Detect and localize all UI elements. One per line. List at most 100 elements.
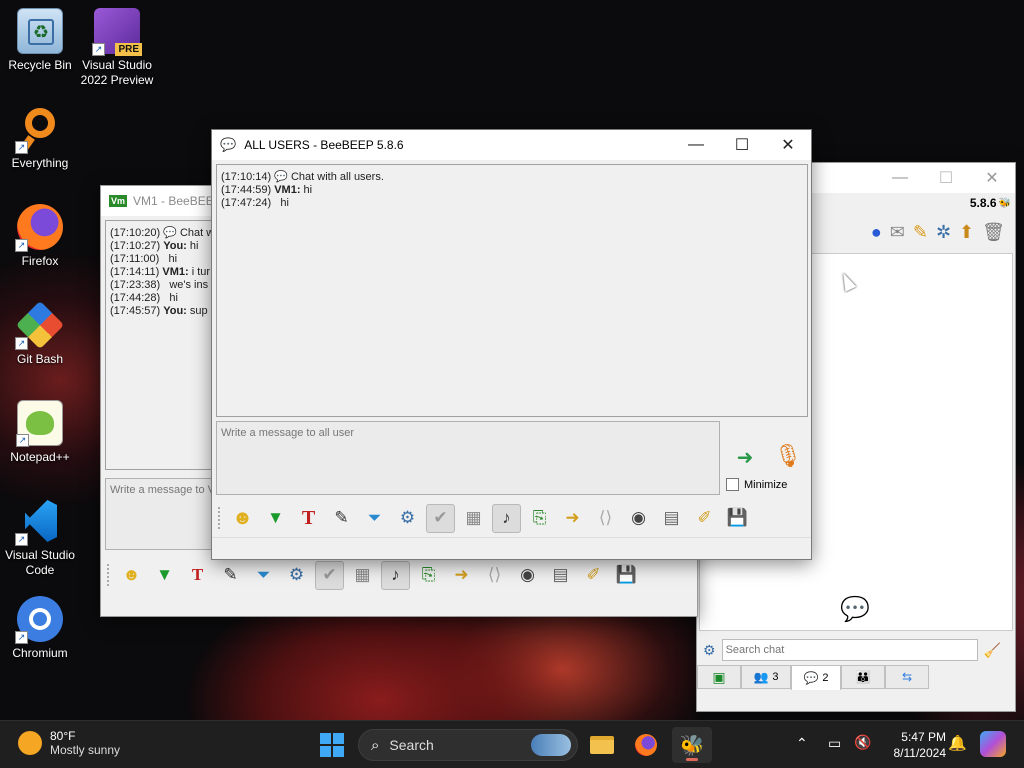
font-icon[interactable]: T [183,561,212,590]
clear-icon[interactable]: ▤ [546,561,575,590]
font-color-icon[interactable]: ✎ [216,561,245,590]
font-color-icon[interactable]: ✎ [327,504,356,533]
tab-chats-count: 2 [822,672,829,684]
notepad-plus-plus-icon: ↗ [16,400,63,447]
settings-gear-icon[interactable]: ⚙ [282,561,311,590]
send-file-icon[interactable]: ➜ [558,504,587,533]
desktop-icon-visual-studio-preview[interactable]: PRE ↗ Visual Studio 2022 Preview [77,8,157,88]
tab-chats[interactable]: 💬 2 [791,665,841,690]
chat-toolbar: ☻ ▼ T ✎ ⏷ ⚙ ✔ ▦ ♪ ⎘ ➜ ⟨⟩ ◉ ▤ ✐ 💾 [212,502,808,534]
minimize-button[interactable]: — [673,130,719,160]
shortcut-arrow-icon: ↗ [15,239,28,252]
spellcheck-icon[interactable]: ✔ [426,503,455,533]
tab-home[interactable]: ▣ [697,665,741,689]
weather-widget[interactable]: 80°F Mostly sunny [18,729,120,757]
mail-icon[interactable]: ✉ [890,222,905,243]
minimize-button[interactable]: — [877,163,923,193]
desktop-icon-notepad-plus-plus[interactable]: ↗ Notepad++ [0,400,80,465]
desktop-icon-vscode[interactable]: ↗ Visual Studio Code [0,498,80,578]
filter-icon[interactable]: ⏷ [249,561,278,590]
emoticon-icon[interactable]: ☻ [228,504,257,533]
maximize-button[interactable]: ☐ [719,130,765,160]
minimize-checkbox-row[interactable]: Minimize [726,478,787,491]
network-icon[interactable]: ▭ [828,735,841,752]
groups-icon: 👪 [855,670,871,684]
filter-icon[interactable]: ⏷ [360,504,389,533]
desktop-icon-firefox[interactable]: ↗ Firefox [0,204,80,269]
send-file-icon[interactable]: ➜ [447,561,476,590]
bee-home-icon[interactable]: ⬆ [959,222,974,243]
save-chat-icon[interactable]: ⎘ [525,504,554,533]
close-button[interactable]: ✕ [969,163,1015,193]
desktop-icon-everything[interactable]: ↗ Everything [0,106,80,171]
save-icon[interactable]: 💾 [723,504,752,533]
copilot-icon[interactable] [980,731,1006,757]
sound-icon[interactable]: ♪ [492,503,521,533]
emoticon-icon[interactable]: ☻ [117,561,146,590]
edit-status-icon[interactable]: ✎ [913,222,928,243]
desktop-icon-label: Visual Studio Code [5,548,75,577]
clock[interactable]: 5:47 PM 8/11/2024 [876,729,947,761]
weather-desc: Mostly sunny [50,743,121,757]
clear-search-icon[interactable]: 🧹 [984,642,1001,659]
taskbar-search-box[interactable]: ⌕ Search [358,729,578,761]
font-icon[interactable]: T [294,504,323,533]
tab-users[interactable]: 👥 3 [741,665,791,689]
volume-muted-icon[interactable]: 🔇 [854,734,871,751]
recycle-bin-icon: ♻ [17,8,63,54]
record-icon[interactable]: ◉ [624,504,653,533]
html-icon[interactable]: ⟨⟩ [591,504,620,533]
voice-message-button[interactable]: 🎙 [774,440,802,472]
message-text: Chat w [179,227,215,239]
vm1-chat-log: (17:10:20) 💬 Chat w (17:10:27) You: hi (17… [105,220,225,470]
message-input[interactable]: Write a message to all user [216,421,720,495]
desktop-icon-label: Chromium [12,646,68,660]
desktop-icon-git-bash[interactable]: ↗ Git Bash [0,300,80,367]
edit-note-icon[interactable]: ✐ [690,504,719,533]
screenshot-icon[interactable]: ▦ [348,561,377,590]
dropdown-arrow-icon[interactable]: ▼ [150,561,179,590]
settings-gear-icon[interactable]: ⚙ [393,504,422,533]
screenshot-icon[interactable]: ▦ [459,504,488,533]
send-button[interactable]: ➜ [728,444,762,470]
desktop-icon-chromium[interactable]: ↗ Chromium [0,596,80,661]
search-highlight-icon [531,734,571,756]
desktop-icon-label: Notepad++ [10,450,70,464]
start-button[interactable] [320,733,344,757]
save-icon[interactable]: 💾 [612,561,641,590]
save-chat-icon[interactable]: ⎘ [414,561,443,590]
trash-icon[interactable]: 🗑 [982,222,1005,243]
chat-message-line: (17:47:24) hi [221,197,803,210]
sound-icon[interactable]: ♪ [381,560,410,590]
maximize-button[interactable]: ☐ [923,163,969,193]
chat-bubble-icon: 💬 [274,171,291,183]
close-button[interactable]: ✕ [765,130,811,160]
edit-note-icon[interactable]: ✐ [579,561,608,590]
notification-bell-icon[interactable]: 🔔 [948,734,967,752]
message-text: hi [189,240,199,252]
search-chat-input[interactable] [721,639,978,661]
network-search-icon[interactable]: ✲ [936,222,951,243]
dropdown-arrow-icon[interactable]: ▼ [261,504,290,533]
vm1-message-input[interactable]: Write a message to V [105,478,225,550]
beebeep-taskbar-button[interactable]: 🐝 [672,727,712,763]
clock-time: 5:47 PM [901,730,946,744]
clock-date: 8/11/2024 [893,746,947,760]
message-text: hi [169,292,178,304]
tab-users-count: 3 [772,671,779,683]
tab-groups[interactable]: 👪 [841,665,885,689]
compose-placeholder: Write a message to all user [221,427,355,439]
show-hidden-icons-button[interactable]: ⌃ [796,735,808,752]
tab-files[interactable]: ⇆ [885,665,929,689]
clear-icon[interactable]: ▤ [657,504,686,533]
firefox-taskbar-button[interactable] [626,727,666,763]
file-explorer-taskbar-button[interactable] [582,727,622,763]
spellcheck-icon[interactable]: ✔ [315,560,344,590]
desktop-icon-recycle-bin[interactable]: ♻ Recycle Bin [0,8,80,73]
gear-icon[interactable]: ⚙ [703,642,716,659]
html-icon[interactable]: ⟨⟩ [480,561,509,590]
record-icon[interactable]: ◉ [513,561,542,590]
chat-message-line: (17:23:38) we's ins [110,279,220,292]
info-icon[interactable]: ● [871,222,882,243]
minimize-checkbox[interactable] [726,478,739,491]
